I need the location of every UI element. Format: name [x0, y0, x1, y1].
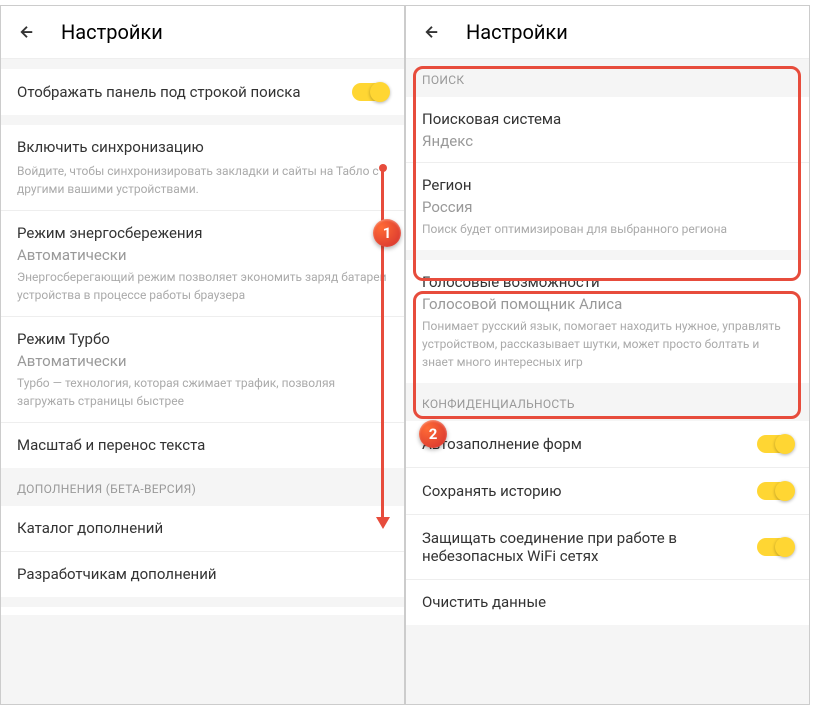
wifi-row[interactable]: Защищать соединение при работе в небезоп…: [406, 515, 809, 580]
region-title: Регион: [422, 175, 793, 196]
energy-value: Автоматически: [17, 246, 388, 264]
zoom-row[interactable]: Масштаб и перенос текста: [1, 423, 404, 468]
catalog-title: Каталог дополнений: [17, 518, 388, 539]
sync-row[interactable]: Включить синхронизацию Войдите, чтобы си…: [1, 125, 404, 211]
display-panel-label: Отображать панель под строкой поиска: [17, 83, 352, 101]
voice-row[interactable]: Голосовые возможности Голосовой помощник…: [406, 260, 809, 383]
content-left: Отображать панель под строкой поиска Вкл…: [1, 59, 404, 704]
autofill-label: Автозаполнение форм: [422, 435, 757, 453]
settings-panel-left: Настройки Отображать панель под строкой …: [0, 5, 405, 705]
zoom-title: Масштаб и перенос текста: [17, 435, 388, 456]
sync-desc: Войдите, чтобы синхронизировать закладки…: [17, 162, 388, 198]
energy-title: Режим энергосбережения: [17, 223, 388, 244]
header-right: Настройки: [406, 6, 809, 59]
history-toggle[interactable]: [757, 482, 793, 500]
wifi-toggle[interactable]: [757, 538, 793, 556]
sync-title: Включить синхронизацию: [17, 137, 388, 158]
developers-title: Разработчикам дополнений: [17, 564, 388, 585]
catalog-row[interactable]: Каталог дополнений: [1, 506, 404, 552]
scroll-arrow-head: [376, 517, 390, 529]
search-engine-row[interactable]: Поисковая система Яндекс: [406, 97, 809, 163]
autofill-toggle[interactable]: [757, 435, 793, 453]
clear-data-row[interactable]: Очистить данные: [406, 580, 809, 625]
region-value: Россия: [422, 198, 793, 216]
search-engine-value: Яндекс: [422, 132, 793, 150]
turbo-title: Режим Турбо: [17, 329, 388, 350]
search-header: ПОИСК: [406, 59, 809, 97]
extensions-header: ДОПОЛНЕНИЯ (БЕТА-ВЕРСИЯ): [1, 468, 404, 506]
back-icon[interactable]: [422, 22, 442, 42]
back-icon[interactable]: [17, 22, 37, 42]
energy-row[interactable]: Режим энергосбережения Автоматически Эне…: [1, 211, 404, 317]
clear-data-title: Очистить данные: [422, 592, 793, 613]
search-engine-title: Поисковая система: [422, 109, 793, 130]
step-marker-1: 1: [373, 219, 401, 247]
page-title: Настройки: [466, 20, 568, 44]
history-label: Сохранять историю: [422, 482, 757, 500]
region-row[interactable]: Регион Россия Поиск будет оптимизирован …: [406, 163, 809, 250]
step-marker-2: 2: [419, 420, 447, 448]
turbo-value: Автоматически: [17, 352, 388, 370]
display-panel-toggle[interactable]: [352, 83, 388, 101]
autofill-row[interactable]: Автозаполнение форм: [406, 421, 809, 468]
region-desc: Поиск будет оптимизирован для выбранного…: [422, 220, 793, 238]
display-panel-toggle-row[interactable]: Отображать панель под строкой поиска: [1, 69, 404, 115]
voice-value: Голосовой помощник Алиса: [422, 295, 793, 313]
turbo-desc: Турбо — технология, которая сжимает траф…: [17, 374, 388, 410]
settings-panel-right: Настройки ПОИСК Поисковая система Яндекс…: [405, 5, 810, 705]
page-title: Настройки: [61, 20, 163, 44]
history-row[interactable]: Сохранять историю: [406, 468, 809, 515]
header-left: Настройки: [1, 6, 404, 59]
energy-desc: Энергосберегающий режим позволяет эконом…: [17, 268, 388, 304]
turbo-row[interactable]: Режим Турбо Автоматически Турбо — технол…: [1, 317, 404, 423]
privacy-header: КОНФИДЕНЦИАЛЬНОСТЬ: [406, 383, 809, 421]
wifi-label: Защищать соединение при работе в небезоп…: [422, 529, 757, 565]
voice-desc: Понимает русский язык, помогает находить…: [422, 317, 793, 371]
developers-row[interactable]: Разработчикам дополнений: [1, 552, 404, 597]
voice-title: Голосовые возможности: [422, 272, 793, 293]
content-right: ПОИСК Поисковая система Яндекс Регион Ро…: [406, 59, 809, 704]
